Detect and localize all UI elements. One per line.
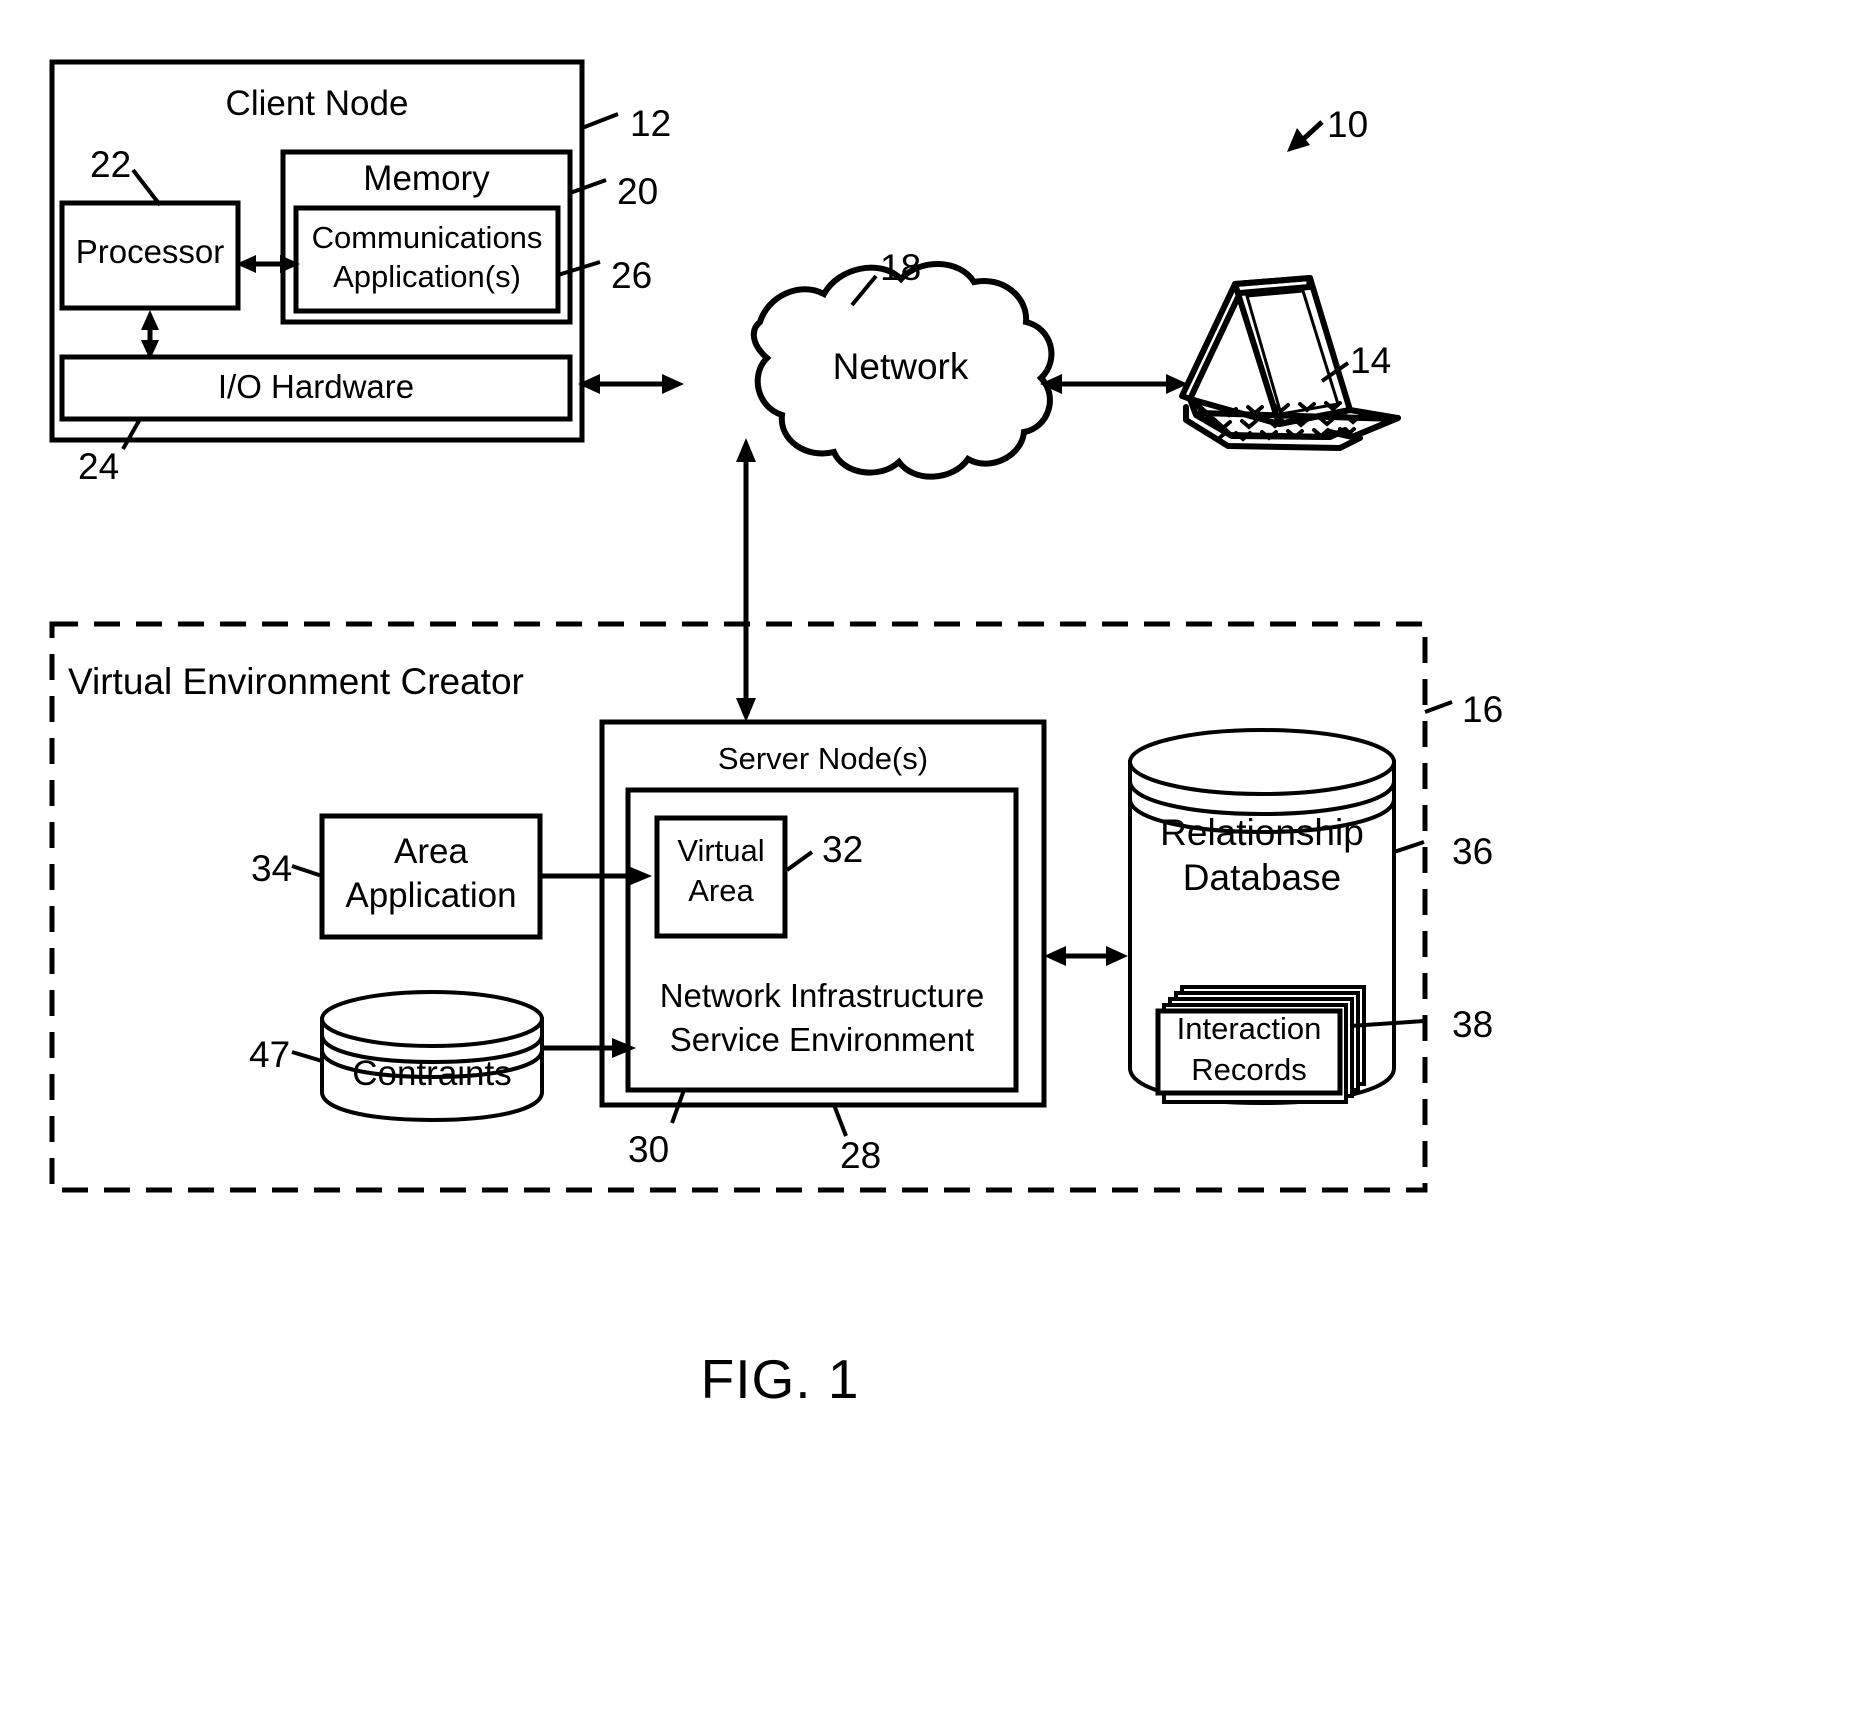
interaction-records-line1: Interaction [1176, 1011, 1322, 1046]
relationship-database-line2: Database [1182, 857, 1342, 898]
leader-12 [581, 112, 619, 130]
processor-io-arrow [141, 310, 159, 360]
leader-24 [121, 418, 142, 450]
network-server-arrow [736, 438, 756, 722]
ref-26: 26 [611, 255, 653, 296]
leader-28 [832, 1104, 848, 1137]
leader-34 [291, 864, 323, 878]
leader-16 [1424, 700, 1453, 714]
leader-26 [557, 260, 601, 277]
system-pointer-arrow [1287, 120, 1324, 152]
figure-caption: FIG. 1 [700, 1348, 860, 1410]
processor-label: Processor [75, 233, 225, 270]
ref-47: 47 [249, 1034, 291, 1075]
contraints-to-nise-arrow [542, 1038, 636, 1058]
area-application-line2: Application [345, 876, 517, 915]
area-application-to-virtual-area-arrow [540, 866, 652, 886]
ref-30: 30 [628, 1129, 670, 1170]
contraints-label: Contraints [352, 1054, 512, 1093]
leader-47 [291, 1050, 323, 1063]
network-infrastructure-line1: Network Infrastructure [659, 977, 985, 1014]
memory-label: Memory [363, 159, 490, 198]
virtual-area-line2: Area [688, 873, 754, 908]
ref-34: 34 [251, 848, 293, 889]
client-node-title: Client Node [225, 84, 409, 123]
leader-18 [850, 274, 878, 307]
ref-10: 10 [1327, 104, 1369, 145]
ref-36: 36 [1452, 831, 1494, 872]
server-node-label: Server Node(s) [717, 741, 929, 776]
ref-14: 14 [1350, 340, 1392, 381]
ref-38: 38 [1452, 1004, 1494, 1045]
ref-16: 16 [1462, 689, 1504, 730]
client-network-arrow [578, 374, 684, 394]
communications-application-line1: Communications [311, 220, 543, 255]
network-remote-client-arrow [1040, 374, 1188, 394]
processor-memory-arrow [236, 255, 300, 273]
virtual-environment-creator-title: Virtual Environment Creator [68, 661, 524, 702]
io-hardware-label: I/O Hardware [217, 368, 415, 405]
ref-12: 12 [630, 103, 672, 144]
network-infrastructure-line2: Service Environment [669, 1021, 975, 1058]
leader-20 [569, 178, 607, 195]
leader-32 [785, 850, 814, 872]
communications-application-line2: Application(s) [333, 259, 521, 294]
ref-20: 20 [617, 171, 659, 212]
leader-36 [1393, 840, 1425, 854]
ref-22: 22 [90, 144, 132, 185]
ref-24: 24 [78, 446, 120, 487]
network-label: Network [832, 346, 969, 387]
virtual-area-line1: Virtual [677, 833, 765, 868]
area-application-line1: Area [394, 832, 468, 871]
ref-28: 28 [840, 1135, 882, 1176]
ref-32: 32 [822, 829, 864, 870]
ref-18: 18 [880, 247, 922, 288]
interaction-records-line2: Records [1191, 1052, 1307, 1087]
leader-22 [131, 168, 162, 207]
server-database-arrow [1044, 946, 1128, 966]
relationship-database-line1: Relationship [1160, 812, 1364, 853]
patent-figure: Client Node 12 22 Processor Memory 20 Co… [0, 0, 1860, 1729]
